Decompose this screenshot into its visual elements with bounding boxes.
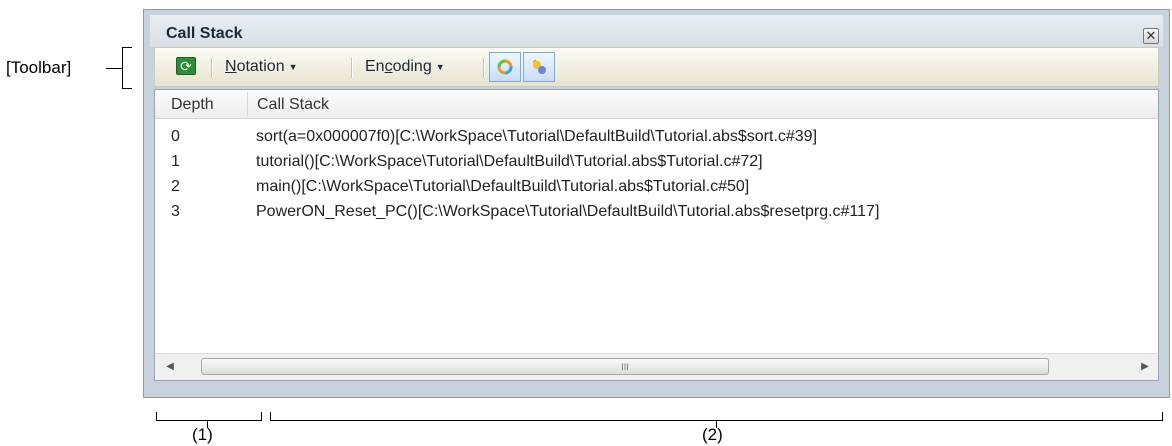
refresh-button[interactable]: ⟳ bbox=[173, 54, 201, 80]
toolbar-separator bbox=[483, 58, 485, 78]
encoding-label-prefix: En bbox=[365, 58, 385, 75]
notation-label: otation bbox=[236, 58, 285, 75]
view-toggle-button-b[interactable] bbox=[523, 52, 555, 82]
toolbar-annotation-bracket-top bbox=[122, 47, 132, 48]
view-toggle-button-a[interactable] bbox=[489, 52, 521, 82]
annotation-label-2: (2) bbox=[702, 425, 723, 444]
notation-dropdown-button[interactable]: Notation ▼ bbox=[225, 58, 298, 76]
depth-cell: 1 bbox=[171, 153, 180, 170]
table-row[interactable]: 0 sort(a=0x000007f0)[C:\WorkSpace\Tutori… bbox=[155, 125, 1158, 150]
close-icon[interactable]: ✕ bbox=[1143, 28, 1159, 44]
bracket-2-right-tick bbox=[1162, 412, 1163, 421]
horizontal-scrollbar[interactable]: ◀ III ▶ bbox=[155, 353, 1158, 380]
depth-cell: 0 bbox=[171, 128, 180, 145]
toolbar-annotation-line bbox=[106, 68, 122, 69]
view-a-icon bbox=[497, 59, 513, 75]
depth-cell: 3 bbox=[171, 203, 180, 220]
panel-title: Call Stack bbox=[166, 25, 243, 42]
toolbar-separator bbox=[351, 58, 353, 78]
scroll-right-icon[interactable]: ▶ bbox=[1138, 360, 1152, 374]
encoding-label-suffix: oding bbox=[392, 58, 432, 75]
bracket-2-left-tick bbox=[270, 412, 271, 421]
call-stack-cell: main()[C:\WorkSpace\Tutorial\DefaultBuil… bbox=[256, 178, 750, 195]
column-divider[interactable] bbox=[247, 92, 248, 116]
scroll-left-icon[interactable]: ◀ bbox=[163, 360, 177, 374]
list-header: Depth Call Stack bbox=[155, 90, 1158, 119]
scrollbar-thumb[interactable]: III bbox=[201, 358, 1049, 375]
bracket-1-right-tick bbox=[261, 412, 262, 421]
call-stack-list[interactable]: Depth Call Stack 0 sort(a=0x000007f0)[C:… bbox=[154, 89, 1159, 381]
annotation-label-1: (1) bbox=[192, 425, 213, 444]
call-stack-cell: PowerON_Reset_PC()[C:\WorkSpace\Tutorial… bbox=[256, 203, 880, 220]
depth-cell: 2 bbox=[171, 178, 180, 195]
view-b-icon bbox=[532, 59, 546, 74]
panel-titlebar[interactable]: Call Stack ✕ bbox=[150, 15, 1163, 47]
toolbar-annotation-bracket bbox=[122, 47, 123, 89]
toolbar: ⟳ Notation ▼ Encoding ▼ bbox=[154, 47, 1159, 87]
scrollbar-grip: III bbox=[621, 362, 629, 372]
chevron-down-icon: ▼ bbox=[288, 61, 298, 72]
encoding-dropdown-button[interactable]: Encoding ▼ bbox=[365, 58, 445, 76]
toolbar-separator bbox=[211, 58, 213, 78]
call-stack-panel: Call Stack ✕ ⟳ Notation ▼ Encoding ▼ Dep… bbox=[143, 9, 1170, 398]
table-row[interactable]: 2 main()[C:\WorkSpace\Tutorial\DefaultBu… bbox=[155, 175, 1158, 200]
call-stack-cell: tutorial()[C:\WorkSpace\Tutorial\Default… bbox=[256, 153, 763, 170]
encoding-mnemonic: c bbox=[384, 58, 393, 75]
table-row[interactable]: 1 tutorial()[C:\WorkSpace\Tutorial\Defau… bbox=[155, 150, 1158, 175]
notation-mnemonic: N bbox=[225, 58, 237, 75]
column-header-call-stack[interactable]: Call Stack bbox=[257, 96, 329, 114]
toolbar-annotation-label: [Toolbar] bbox=[6, 58, 72, 77]
call-stack-cell: sort(a=0x000007f0)[C:\WorkSpace\Tutorial… bbox=[256, 128, 818, 145]
table-row[interactable]: 3 PowerON_Reset_PC()[C:\WorkSpace\Tutori… bbox=[155, 200, 1158, 225]
refresh-icon: ⟳ bbox=[176, 57, 196, 75]
toolbar-annotation-bracket-bottom bbox=[122, 88, 132, 89]
column-header-depth[interactable]: Depth bbox=[171, 96, 214, 114]
bracket-1-left-tick bbox=[156, 412, 157, 421]
bracket-1-line bbox=[156, 420, 262, 421]
chevron-down-icon: ▼ bbox=[435, 61, 445, 72]
